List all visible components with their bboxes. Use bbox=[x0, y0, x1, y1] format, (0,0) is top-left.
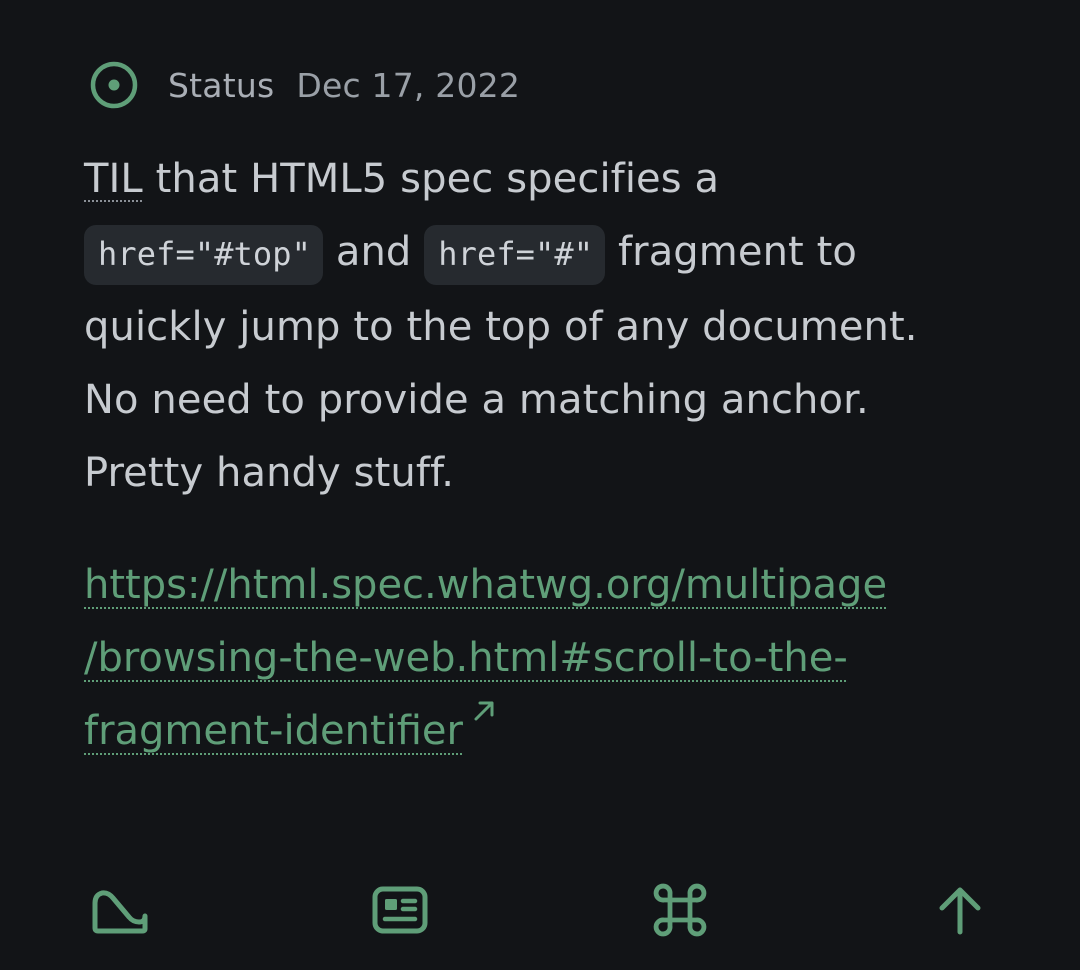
home-icon bbox=[92, 890, 148, 934]
bottom-toolbar bbox=[0, 872, 1080, 944]
inline-code-top: href="#top" bbox=[84, 225, 324, 285]
post-date: Dec 17, 2022 bbox=[296, 65, 521, 105]
post-type-label: Status bbox=[168, 65, 275, 105]
link-line-2: /browsing-the-web.html#scroll-to-the- bbox=[84, 635, 848, 681]
post-text-2: and bbox=[323, 229, 425, 275]
home-button[interactable] bbox=[88, 878, 152, 942]
spec-link[interactable]: https://html.spec.whatwg.org/multipage/b… bbox=[84, 562, 887, 754]
abbreviation-til[interactable]: TIL bbox=[84, 156, 143, 202]
command-icon bbox=[653, 883, 707, 937]
scroll-to-top-button[interactable] bbox=[928, 878, 992, 942]
link-line-1: https://html.spec.whatwg.org/multipage bbox=[84, 562, 888, 608]
command-button[interactable] bbox=[648, 878, 712, 942]
status-icon bbox=[90, 61, 138, 109]
external-link-icon bbox=[474, 701, 494, 721]
reader-icon bbox=[372, 886, 428, 934]
inline-code-hash: href="#" bbox=[424, 225, 606, 285]
post-link-block: https://html.spec.whatwg.org/multipage/b… bbox=[84, 549, 984, 768]
post-meta: Status Dec 17, 2022 bbox=[88, 58, 520, 112]
post-body: TIL that HTML5 spec specifies a href="#t… bbox=[84, 143, 984, 510]
arrow-up-icon bbox=[939, 887, 981, 935]
link-line-3: fragment-identifier bbox=[84, 708, 463, 754]
post-text-1: that HTML5 spec specifies a bbox=[142, 156, 720, 202]
reader-button[interactable] bbox=[368, 878, 432, 942]
